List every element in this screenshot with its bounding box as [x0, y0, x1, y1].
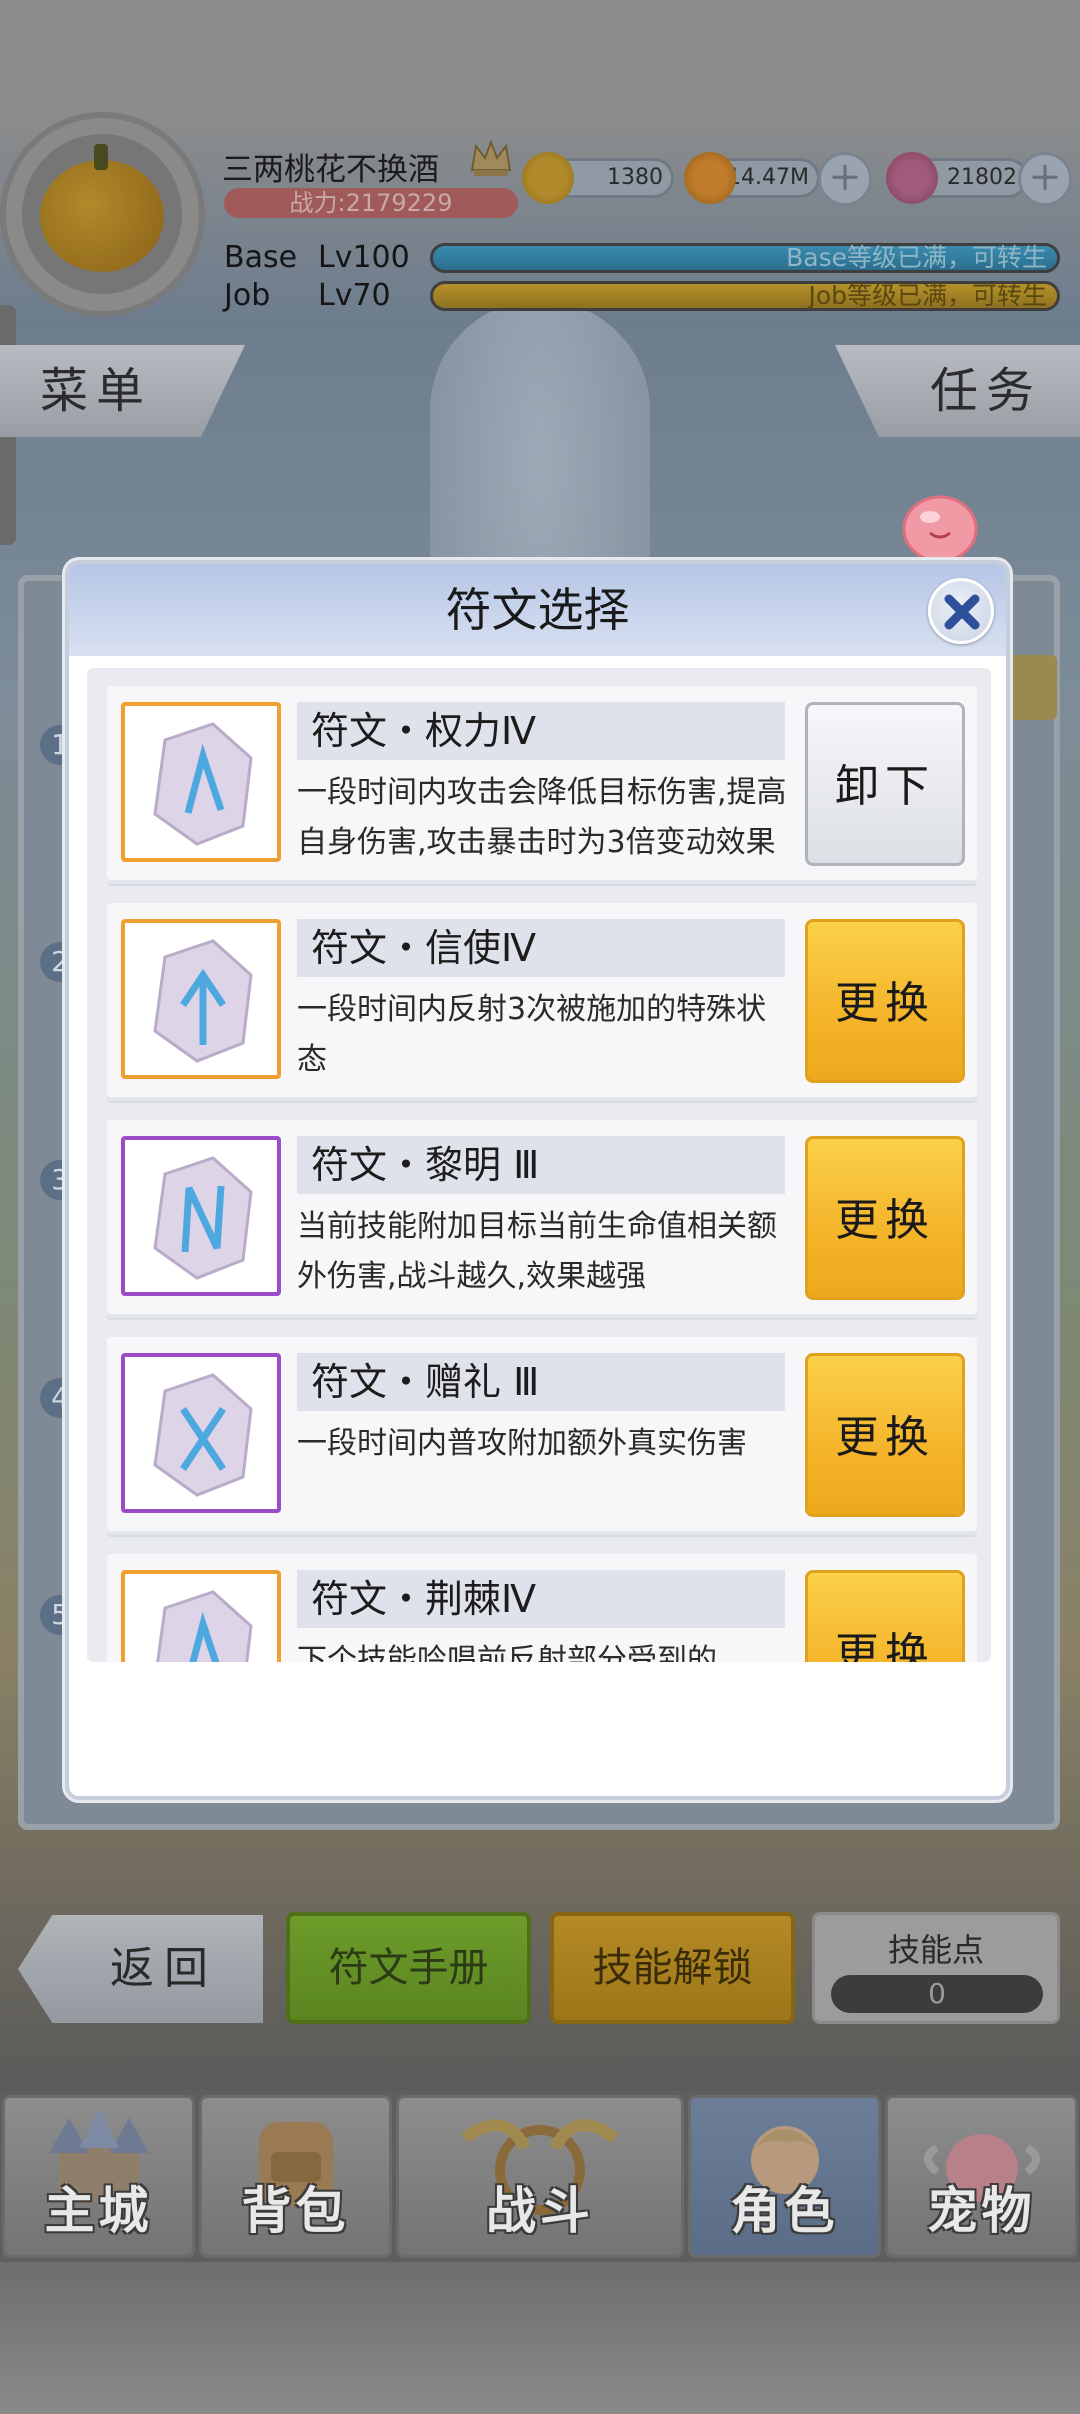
zeny-value: 1380 — [607, 165, 663, 190]
add-gold-button[interactable]: + — [818, 152, 872, 206]
gold-value: 14.47M — [727, 165, 809, 190]
crown-icon — [470, 139, 512, 176]
dialog-header: 符文选择 — [69, 564, 1006, 656]
nav-character[interactable]: 角色 — [688, 2095, 881, 2258]
rune-name: 符文・信使Ⅳ — [297, 919, 785, 977]
rune-description: 一段时间内普攻附加额外真实伤害 — [297, 1426, 747, 1461]
dialog-title: 符文选择 — [445, 583, 630, 637]
replace-button[interactable]: 更换 — [805, 1136, 965, 1300]
rune-description: 下个技能吟唱前反射部分受到的 — [297, 1643, 717, 1662]
skill-points-label: 技能点 — [887, 1931, 984, 1969]
rune-stone-icon[interactable] — [121, 702, 281, 862]
crystal-gem-icon — [886, 152, 938, 204]
nav-label: 主城 — [44, 2182, 153, 2240]
rune-name: 符文・权力Ⅳ — [297, 702, 785, 760]
rune-card: 符文・荆棘Ⅳ 下个技能吟唱前反射部分受到的 更换 — [107, 1554, 977, 1662]
crystal-value: 21802 — [947, 165, 1017, 190]
rune-card: 符文・信使Ⅳ 一段时间内反射3次被施加的特殊状态 更换 — [107, 903, 977, 1101]
skill-points-value: 0 — [831, 1975, 1043, 2013]
base-level: Lv100 — [318, 240, 410, 275]
skill-unlock-button[interactable]: 技能解锁 — [550, 1912, 795, 2024]
rune-description: 一段时间内攻击会降低目标伤害,提高自身伤害,攻击暴击时为3倍变动效果 — [297, 775, 787, 860]
avatar[interactable] — [22, 134, 182, 294]
back-button[interactable]: 返回 — [18, 1915, 263, 2023]
skill-points-box: 技能点 0 — [812, 1912, 1060, 2024]
rune-card: 符文・权力Ⅳ 一段时间内攻击会降低目标伤害,提高自身伤害,攻击暴击时为3倍变动效… — [107, 686, 977, 884]
job-exp-bar: Job等级已满，可转生 — [430, 281, 1060, 311]
rune-stone-icon[interactable] — [121, 919, 281, 1079]
replace-button[interactable]: 更换 — [805, 1353, 965, 1517]
gold-pot-icon — [684, 152, 736, 204]
nav-backpack[interactable]: 背包 — [199, 2095, 392, 2258]
replace-button[interactable]: 更换 — [805, 1570, 965, 1662]
rune-card: 符文・赠礼 Ⅲ 一段时间内普攻附加额外真实伤害 更换 — [107, 1337, 977, 1535]
player-name: 三两桃花不换酒 — [222, 152, 439, 188]
nav-label: 角色 — [730, 2182, 839, 2240]
rune-description: 一段时间内反射3次被施加的特殊状态 — [297, 992, 767, 1077]
rune-card: 符文・黎明 Ⅲ 当前技能附加目标当前生命值相关额外伤害,战斗越久,效果越强 更换 — [107, 1120, 977, 1318]
pink-poring-icon[interactable] — [900, 483, 980, 563]
rune-name: 符文・荆棘Ⅳ — [297, 1570, 785, 1628]
pumpkin-avatar-icon — [40, 160, 164, 272]
add-crystal-button[interactable]: + — [1018, 152, 1072, 206]
job-level: Lv70 — [318, 278, 391, 313]
nav-pet[interactable]: 宠物 — [885, 2095, 1078, 2258]
base-exp-bar: Base等级已满，可转生 — [430, 243, 1060, 273]
nav-label: 战斗 — [486, 2182, 594, 2240]
rune-stone-icon[interactable] — [121, 1353, 281, 1513]
base-label: Base — [224, 240, 298, 275]
unequip-button[interactable]: 卸下 — [805, 702, 965, 866]
job-label: Job — [224, 278, 271, 313]
combat-power: 战力:2179229 — [224, 188, 518, 218]
close-button[interactable] — [928, 578, 994, 644]
nav-label: 宠物 — [927, 2182, 1036, 2240]
pumpkin-stem — [94, 144, 108, 170]
nav-battle[interactable]: 战斗 — [396, 2095, 684, 2258]
rune-select-dialog: 符文选择 符文・权力Ⅳ 一段时间内攻击会降低目标伤害,提高自身伤害,攻击暴击时为… — [65, 560, 1010, 1800]
close-icon — [944, 594, 980, 630]
replace-button[interactable]: 更换 — [805, 919, 965, 1083]
rune-manual-button[interactable]: 符文手册 — [286, 1912, 531, 2024]
rune-name: 符文・赠礼 Ⅲ — [297, 1353, 785, 1411]
rune-stone-icon[interactable] — [121, 1570, 281, 1662]
rune-name: 符文・黎明 Ⅲ — [297, 1136, 785, 1194]
zeny-coin-icon — [522, 152, 574, 204]
rune-list[interactable]: 符文・权力Ⅳ 一段时间内攻击会降低目标伤害,提高自身伤害,攻击暴击时为3倍变动效… — [87, 668, 991, 1662]
nav-main-city[interactable]: 主城 — [2, 2095, 195, 2258]
rune-stone-icon[interactable] — [121, 1136, 281, 1296]
rune-description: 当前技能附加目标当前生命值相关额外伤害,战斗越久,效果越强 — [297, 1209, 777, 1294]
nav-label: 背包 — [241, 2182, 350, 2240]
